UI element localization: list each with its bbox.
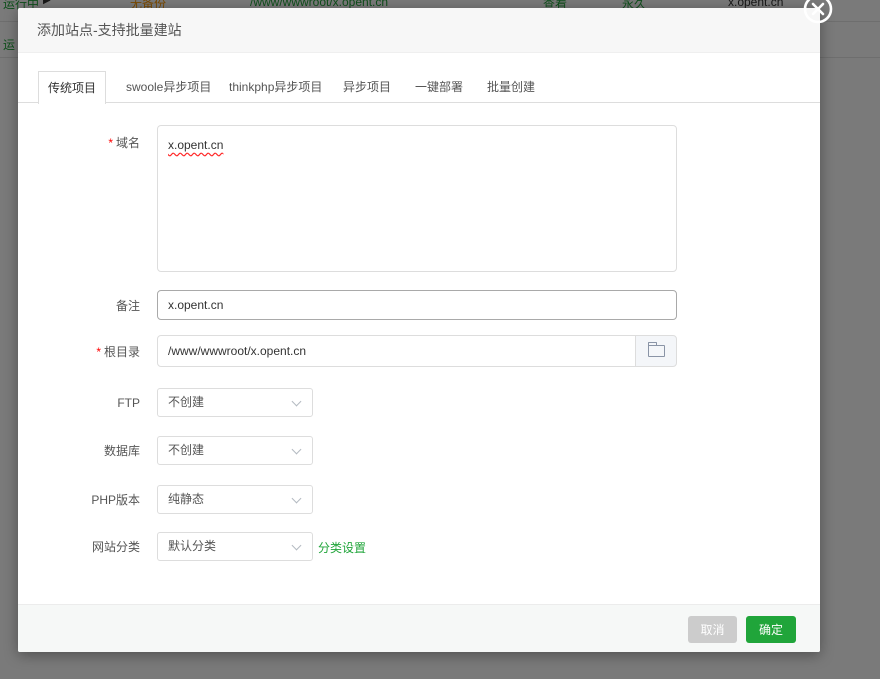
dialog-footer: 取消 确定	[18, 604, 820, 652]
tab-one-click-deploy[interactable]: 一键部署	[415, 71, 463, 103]
tab-swoole-async[interactable]: swoole异步项目	[126, 71, 211, 103]
chevron-down-icon	[291, 444, 302, 455]
site-category-select-value: 默认分类	[168, 539, 217, 553]
required-asterisk: *	[96, 345, 101, 359]
domain-value: x.opent.cn	[168, 138, 224, 152]
root-dir-input[interactable]	[157, 335, 636, 367]
project-type-tabs: 传统项目 swoole异步项目 thinkphp异步项目 异步项目 一键部署 批…	[18, 71, 820, 104]
tab-async[interactable]: 异步项目	[343, 71, 391, 103]
database-label: 数据库	[103, 444, 140, 458]
confirm-button[interactable]: 确定	[746, 616, 796, 643]
browse-folder-button[interactable]	[635, 335, 677, 367]
php-version-select[interactable]: 纯静态	[157, 485, 313, 514]
close-button[interactable]	[803, 0, 833, 24]
add-site-dialog: 添加站点-支持批量建站 传统项目 swoole异步项目 thinkphp异步项目…	[18, 0, 833, 652]
ftp-select[interactable]: 不创建	[157, 388, 313, 417]
chevron-down-icon	[291, 493, 302, 504]
ftp-label: FTP	[117, 396, 140, 410]
dialog-header: 添加站点-支持批量建站	[18, 8, 820, 53]
root-dir-label: * 根目录	[96, 345, 140, 359]
required-asterisk: *	[108, 136, 113, 150]
note-input[interactable]	[157, 290, 677, 320]
category-settings-link[interactable]: 分类设置	[318, 539, 366, 556]
chevron-down-icon	[291, 540, 302, 551]
tab-batch-create[interactable]: 批量创建	[487, 71, 535, 103]
domain-textarea[interactable]: x.opent.cn	[157, 125, 677, 272]
database-select[interactable]: 不创建	[157, 436, 313, 465]
dialog-title: 添加站点-支持批量建站	[37, 22, 182, 38]
cancel-button[interactable]: 取消	[688, 616, 737, 643]
chevron-down-icon	[291, 396, 302, 407]
site-category-label: 网站分类	[91, 540, 140, 554]
close-icon	[803, 0, 833, 24]
ftp-select-value: 不创建	[168, 395, 205, 409]
folder-icon	[647, 342, 665, 357]
site-category-select[interactable]: 默认分类	[157, 532, 313, 561]
note-label: 备注	[115, 299, 140, 313]
tab-traditional[interactable]: 传统项目	[38, 71, 106, 104]
php-version-label: PHP版本	[91, 493, 140, 507]
database-select-value: 不创建	[168, 443, 205, 457]
domain-label: * 域名	[108, 136, 140, 150]
tab-thinkphp-async[interactable]: thinkphp异步项目	[229, 71, 322, 103]
php-version-select-value: 纯静态	[168, 492, 205, 506]
